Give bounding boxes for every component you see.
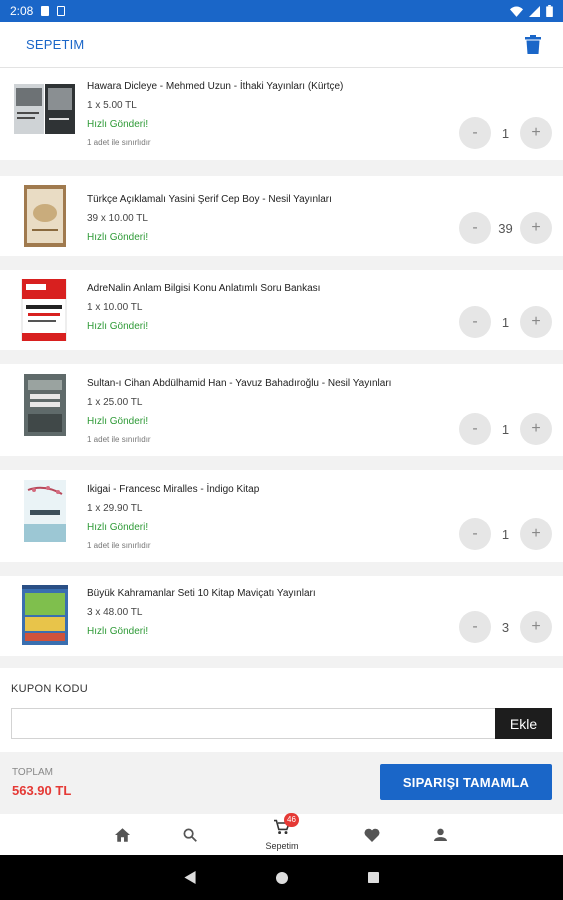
book-cover-image — [14, 480, 76, 542]
book-cover-image — [14, 84, 76, 146]
product-price: 1 x 29.90 TL — [87, 503, 143, 514]
wifi-icon — [510, 5, 523, 17]
decrement-button[interactable]: - — [459, 117, 491, 149]
cart-item[interactable]: Ikigai - Francesc Miralles - İndigo Kita… — [0, 470, 563, 562]
fast-shipping-label: Hızlı Gönderi! — [87, 232, 149, 243]
quantity-value: 39 — [498, 220, 513, 236]
recents-icon[interactable] — [368, 872, 379, 883]
sim-icon — [57, 6, 66, 16]
app-header: SEPETIM — [0, 22, 563, 68]
book-cover-image — [14, 585, 76, 647]
increment-button[interactable]: + — [519, 611, 552, 643]
quantity-stepper: - 1 + — [459, 413, 552, 445]
cart-item[interactable]: Büyük Kahramanlar Seti 10 Kitap Maviçatı… — [0, 576, 563, 656]
home-circle-icon[interactable] — [276, 871, 288, 884]
decrement-button[interactable]: - — [459, 306, 491, 338]
user-icon — [433, 828, 447, 841]
search-icon — [183, 828, 197, 842]
heart-icon — [364, 828, 380, 842]
increment-button[interactable]: + — [520, 212, 552, 244]
increment-button[interactable]: + — [519, 117, 552, 149]
total-value: 563.90 TL — [12, 783, 72, 798]
quantity-value: 1 — [501, 314, 510, 330]
increment-button[interactable]: + — [519, 413, 552, 445]
stock-limit-note: 1 adet ile sınırlıdır — [87, 541, 151, 550]
stock-limit-note: 1 adet ile sınırlıdır — [87, 138, 151, 147]
quantity-stepper: - 1 + — [459, 306, 552, 338]
quantity-value: 1 — [501, 421, 510, 437]
trash-icon[interactable] — [521, 33, 545, 57]
quantity-value: 1 — [501, 125, 510, 141]
product-name[interactable]: Büyük Kahramanlar Seti 10 Kitap Maviçatı… — [87, 587, 433, 601]
page-title: SEPETIM — [26, 37, 85, 52]
nav-account[interactable] — [430, 814, 450, 855]
bottom-nav: 46 Sepetim — [0, 812, 563, 855]
nav-home[interactable] — [112, 814, 132, 855]
nav-favorites[interactable] — [362, 814, 382, 855]
book-cover-image — [14, 374, 76, 436]
system-navigation-bar — [0, 855, 563, 900]
fast-shipping-label: Hızlı Gönderi! — [87, 626, 149, 637]
decrement-button[interactable]: - — [459, 413, 491, 445]
book-cover-image — [14, 185, 76, 247]
product-price: 3 x 48.00 TL — [87, 607, 143, 618]
cart-item[interactable]: Sultan-ı Cihan Abdülhamid Han - Yavuz Ba… — [0, 364, 563, 456]
total-label: TOPLAM — [12, 767, 53, 778]
fast-shipping-label: Hızlı Gönderi! — [87, 119, 149, 130]
home-icon — [114, 827, 130, 842]
quantity-value: 3 — [501, 619, 510, 635]
quantity-stepper: - 1 + — [459, 117, 552, 149]
cart-item[interactable]: Türkçe Açıklamalı Yasini Şerif Cep Boy -… — [0, 176, 563, 256]
product-name[interactable]: Sultan-ı Cihan Abdülhamid Han - Yavuz Ba… — [87, 377, 433, 391]
cart-icon-wrap: 46 — [274, 812, 299, 840]
product-price: 1 x 25.00 TL — [87, 397, 143, 408]
coupon-input[interactable] — [11, 708, 495, 739]
increment-button[interactable]: + — [519, 518, 552, 550]
decrement-button[interactable]: - — [459, 518, 491, 550]
quantity-stepper: - 3 + — [459, 611, 552, 643]
fast-shipping-label: Hızlı Gönderi! — [87, 522, 149, 533]
notification-icon — [41, 6, 50, 16]
coupon-label: KUPON KODU — [11, 683, 88, 695]
nav-cart[interactable]: 46 Sepetim — [260, 812, 304, 855]
nav-search[interactable] — [180, 814, 200, 855]
product-name[interactable]: AdreNalin Anlam Bilgisi Konu Anlatımlı S… — [87, 282, 433, 296]
stock-limit-note: 1 adet ile sınırlıdır — [87, 435, 151, 444]
product-price: 39 x 10.00 TL — [87, 213, 148, 224]
quantity-stepper: - 1 + — [459, 518, 552, 550]
complete-order-button[interactable]: SIPARIŞI TAMAMLA — [380, 764, 552, 800]
signal-icon — [529, 5, 540, 17]
product-price: 1 x 5.00 TL — [87, 100, 137, 111]
fast-shipping-label: Hızlı Gönderi! — [87, 416, 149, 427]
total-bar: TOPLAM 563.90 TL SIPARIŞI TAMAMLA — [0, 752, 563, 814]
book-cover-image — [14, 278, 76, 342]
product-name[interactable]: Hawara Dicleye - Mehmed Uzun - İthaki Ya… — [87, 80, 433, 94]
product-name[interactable]: Ikigai - Francesc Miralles - İndigo Kita… — [87, 483, 433, 497]
quantity-value: 1 — [501, 526, 510, 542]
product-price: 1 x 10.00 TL — [87, 302, 143, 313]
nav-cart-label: Sepetim — [265, 840, 299, 851]
status-time: 2:08 — [10, 4, 34, 18]
decrement-button[interactable]: - — [459, 611, 491, 643]
status-bar: 2:08 — [0, 0, 563, 22]
increment-button[interactable]: + — [519, 306, 552, 338]
fast-shipping-label: Hızlı Gönderi! — [87, 321, 149, 332]
apply-coupon-button[interactable]: Ekle — [495, 708, 552, 739]
cart-count-badge: 46 — [284, 812, 299, 827]
cart-item[interactable]: AdreNalin Anlam Bilgisi Konu Anlatımlı S… — [0, 270, 563, 350]
back-icon[interactable] — [184, 871, 196, 884]
quantity-stepper: - 39 + — [459, 212, 552, 244]
coupon-section: KUPON KODU Ekle — [0, 668, 563, 752]
cart-item[interactable]: Hawara Dicleye - Mehmed Uzun - İthaki Ya… — [0, 68, 563, 160]
product-name[interactable]: Türkçe Açıklamalı Yasini Şerif Cep Boy -… — [87, 193, 433, 207]
battery-icon — [546, 5, 553, 17]
decrement-button[interactable]: - — [459, 212, 491, 244]
